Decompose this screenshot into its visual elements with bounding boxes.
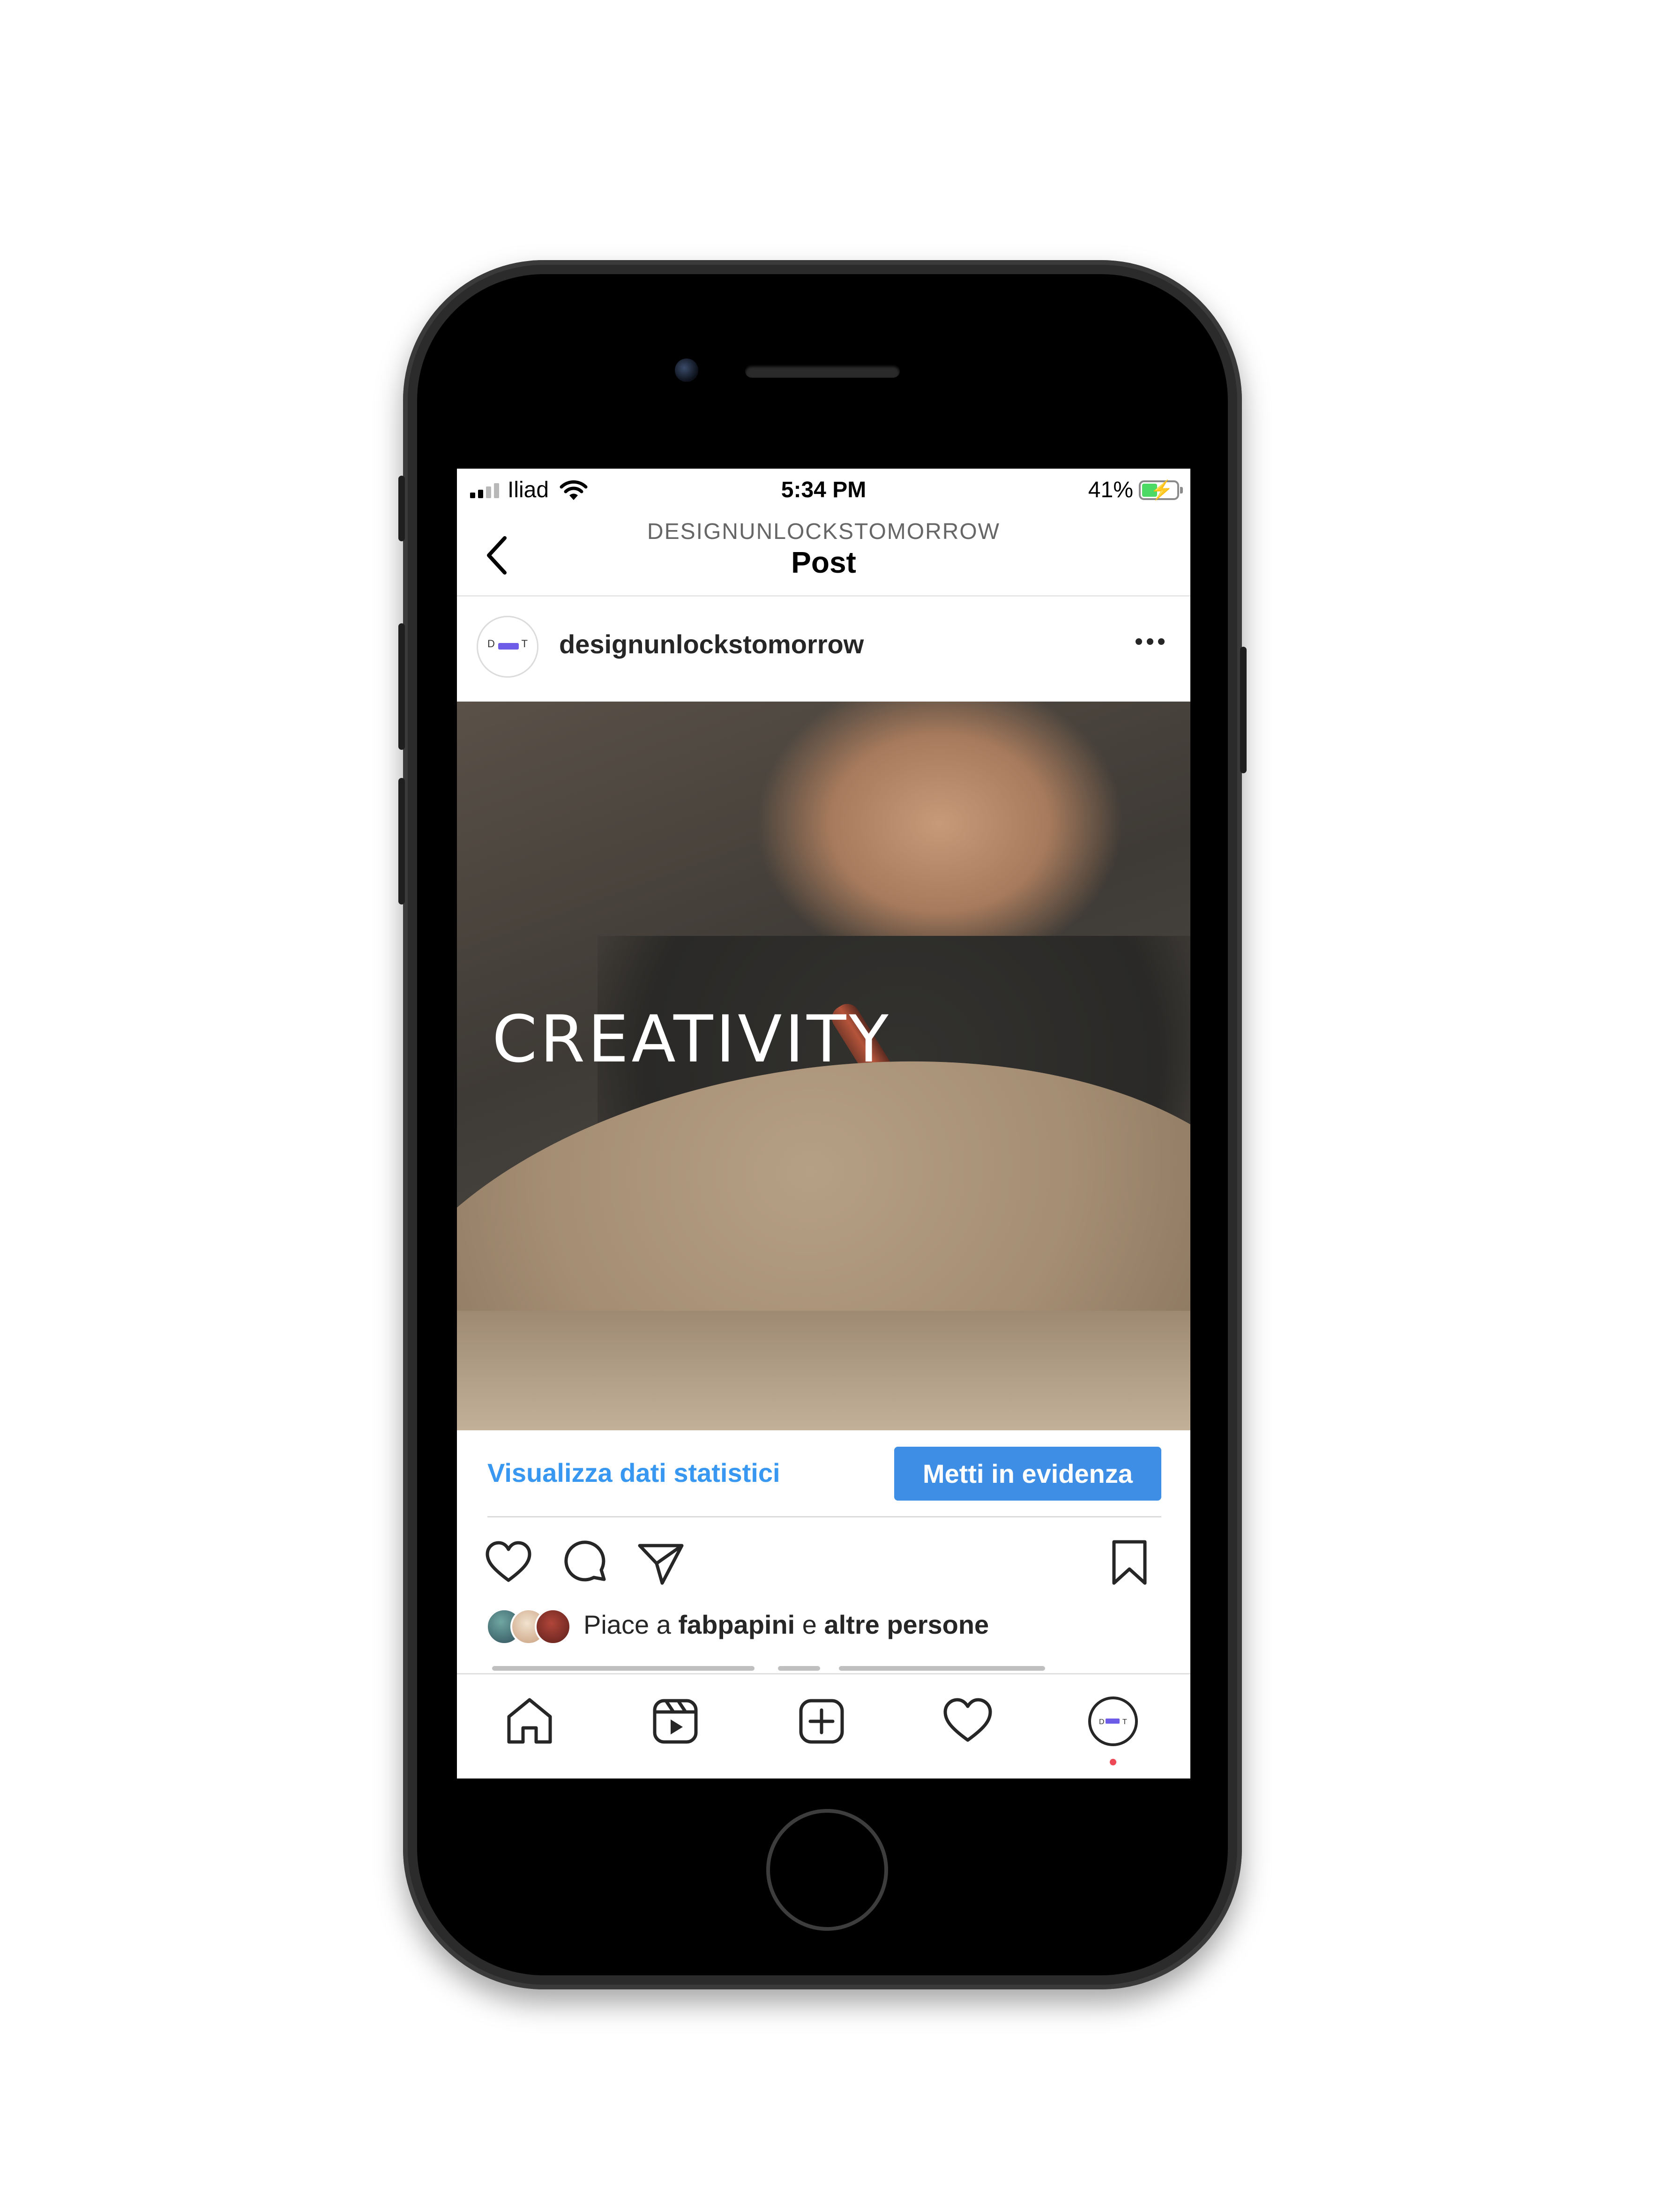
caption-preview [492, 1666, 1054, 1671]
bookmark-icon[interactable] [1104, 1537, 1155, 1589]
insights-link[interactable]: Visualizza dati statistici [487, 1457, 780, 1488]
avatar[interactable]: D T [477, 616, 538, 678]
status-time: 5:34 PM [781, 478, 867, 502]
insights-bar: Visualizza dati statistici Metti in evid… [457, 1430, 1190, 1519]
activity-icon[interactable] [940, 1693, 996, 1749]
status-bar: Iliad 5:34 PM 41% ⚡ [457, 469, 1190, 511]
share-icon[interactable] [635, 1537, 687, 1589]
likes-prefix: Piace a [583, 1610, 679, 1639]
volume-up-button [398, 623, 405, 750]
likes-user[interactable]: fabpapini [678, 1610, 795, 1639]
create-icon[interactable] [793, 1693, 850, 1749]
liker-avatar [535, 1608, 571, 1645]
power-button [1240, 647, 1247, 773]
post-header: D T designunlockstomorrow [457, 596, 1190, 702]
battery-percent: 41% [1088, 478, 1133, 502]
front-camera [675, 359, 698, 382]
profile-icon[interactable]: D T [1085, 1693, 1141, 1749]
earpiece-speaker [745, 365, 900, 378]
home-icon[interactable] [501, 1693, 558, 1749]
notification-dot [1110, 1759, 1116, 1765]
reels-icon[interactable] [647, 1693, 703, 1749]
divider [487, 1516, 1161, 1517]
comment-icon[interactable] [559, 1537, 611, 1589]
volume-down-button [398, 778, 405, 904]
promote-button[interactable]: Metti in evidenza [894, 1447, 1161, 1501]
heart-icon[interactable] [483, 1537, 534, 1589]
nav-title: Post [791, 546, 856, 579]
home-button[interactable] [766, 1809, 888, 1931]
battery-charging-icon: ⚡ [1139, 480, 1183, 500]
media-overlay-text: CREATIVITY [492, 1001, 891, 1077]
more-horizontal-icon[interactable] [1136, 638, 1165, 645]
svg-text:D: D [1099, 1718, 1105, 1726]
post-actions [457, 1523, 1190, 1598]
avatar-letter-right: T [521, 638, 528, 650]
likes-middle: e [795, 1610, 824, 1639]
post-username[interactable]: designunlockstomorrow [559, 629, 864, 659]
liker-avatars [486, 1608, 575, 1645]
likes-row[interactable]: Piace a fabpapini e altre persone [457, 1603, 1190, 1645]
likes-text: Piace a fabpapini e altre persone [583, 1609, 989, 1640]
svg-text:T: T [1122, 1718, 1127, 1726]
media-table [457, 1311, 1190, 1430]
avatar-letter-left: D [487, 638, 495, 650]
navigation-bar: DESIGNUNLOCKSTOMORROW Post [457, 513, 1190, 597]
post-media[interactable]: CREATIVITY [457, 702, 1190, 1430]
avatar-bar [498, 643, 519, 650]
app-screen: Iliad 5:34 PM 41% ⚡ DESIGNUNLOCKSTOMORRO… [457, 469, 1190, 1779]
likes-others[interactable]: altre persone [824, 1610, 989, 1639]
silent-switch [398, 476, 405, 541]
tab-bar: D T [457, 1673, 1190, 1779]
nav-subtitle: DESIGNUNLOCKSTOMORROW [647, 519, 1001, 544]
status-right: 41% ⚡ [1088, 477, 1183, 503]
